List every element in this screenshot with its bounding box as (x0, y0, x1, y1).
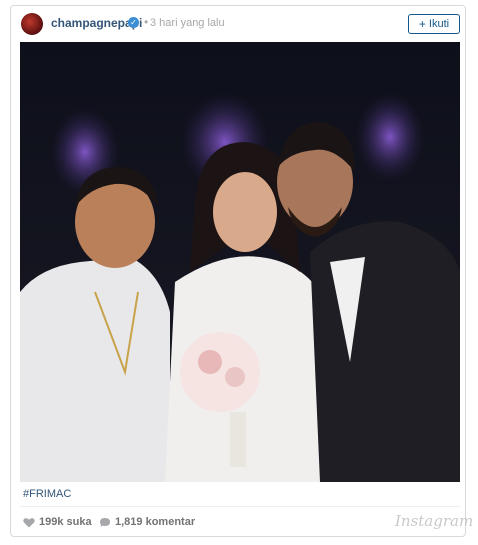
heart-icon (23, 517, 35, 527)
comments-count[interactable]: 1,819 komentar (99, 516, 195, 528)
post-header: champagnepapi ✓ • 3 hari yang lalu + Iku… (11, 6, 465, 42)
likes-count[interactable]: 199k suka (23, 516, 92, 528)
post-footer: 199k suka 1,819 komentar Instagram (11, 510, 473, 534)
comment-bubble-icon (100, 517, 110, 527)
instagram-logo[interactable]: Instagram (395, 512, 473, 530)
post-photo[interactable] (20, 42, 460, 482)
verified-badge-icon: ✓ (128, 17, 139, 28)
instagram-embed-card: champagnepapi ✓ • 3 hari yang lalu + Iku… (10, 5, 473, 537)
plus-icon: + (418, 17, 426, 31)
comments-label: 1,819 komentar (115, 516, 196, 528)
user-avatar[interactable] (21, 13, 43, 35)
footer-divider (20, 506, 460, 507)
follow-button[interactable]: + Ikuti (408, 14, 460, 34)
separator-dot: • (144, 15, 149, 29)
likes-label: 199k suka (39, 516, 92, 528)
follow-button-label: Ikuti (428, 18, 450, 30)
photo-illustration (20, 42, 460, 482)
post-timestamp[interactable]: 3 hari yang lalu (150, 17, 225, 29)
post-hashtag[interactable]: #FRIMAC (23, 488, 71, 500)
